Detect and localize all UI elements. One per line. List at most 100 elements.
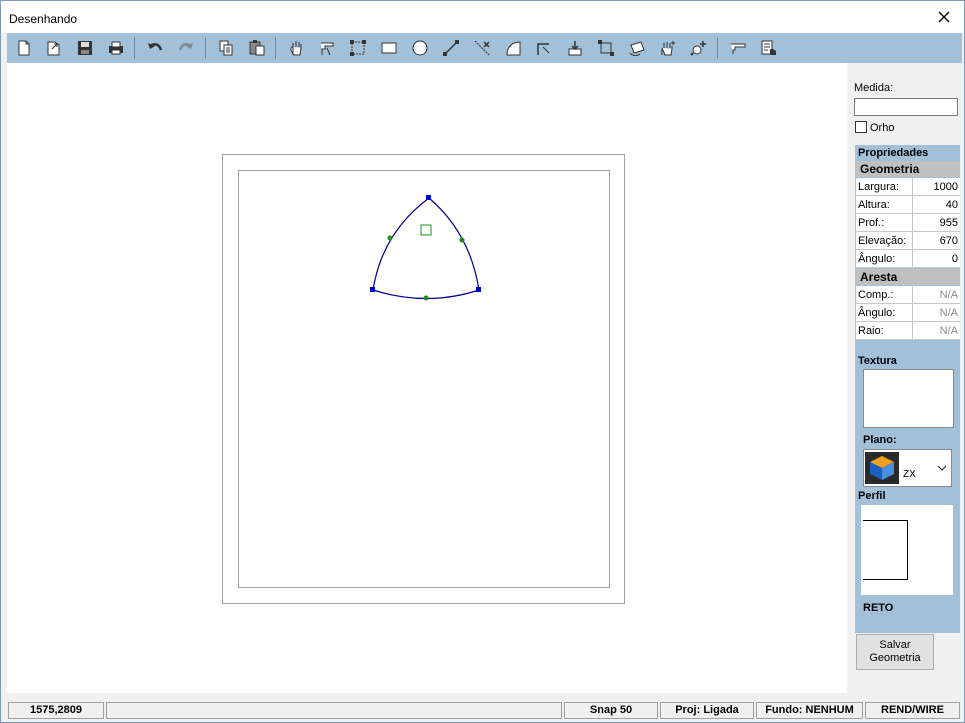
shape-tool-button[interactable]: [315, 36, 339, 60]
save-file-button[interactable]: [73, 36, 97, 60]
orho-checkbox[interactable]: [855, 121, 867, 133]
undo-button[interactable]: [143, 36, 167, 60]
close-button[interactable]: [924, 1, 964, 33]
scale-button[interactable]: [594, 36, 618, 60]
rotate-button[interactable]: [625, 36, 649, 60]
line-button[interactable]: [439, 36, 463, 60]
geometria-row-elevacao[interactable]: Elevação: 670: [856, 232, 960, 250]
vertex-handle-right[interactable]: [476, 287, 481, 292]
perfil-preview[interactable]: [861, 505, 953, 595]
prop-value[interactable]: 0: [952, 253, 958, 265]
open-file-button[interactable]: [42, 36, 66, 60]
redo-button[interactable]: [174, 36, 198, 60]
layers-button[interactable]: [726, 36, 750, 60]
properties-group: Propriedades Geometria Largura: 1000 Alt…: [855, 145, 960, 633]
properties-icon: [761, 40, 776, 55]
line-icon: [443, 40, 459, 56]
undo-icon: [148, 43, 163, 51]
window-title: Desenhando: [9, 12, 78, 26]
move-icon: [661, 41, 675, 56]
prop-label: Ângulo:: [858, 307, 896, 319]
orho-label: Orho: [870, 122, 895, 134]
status-background[interactable]: Fundo: NENHUM: [756, 702, 863, 719]
status-snap[interactable]: Snap 50: [564, 702, 658, 719]
midpoint-handle-left[interactable]: [387, 235, 393, 241]
status-projection[interactable]: Proj: Ligada: [660, 702, 754, 719]
rectangle-button[interactable]: [377, 36, 401, 60]
toolbar-separator: [205, 37, 206, 59]
textura-label: Textura: [858, 355, 897, 367]
aresta-row-raio[interactable]: Raio: N/A: [856, 322, 960, 340]
propriedades-title: Propriedades: [858, 147, 929, 159]
prop-label: Ângulo:: [858, 253, 896, 265]
rounded-triangle-shape[interactable]: [372, 197, 480, 300]
scale-icon: [598, 40, 614, 56]
corner-icon: [537, 43, 550, 55]
shape-center-marker[interactable]: [420, 224, 432, 236]
corner-button[interactable]: [532, 36, 556, 60]
zoom-icon: [690, 41, 706, 56]
properties-button[interactable]: [757, 36, 781, 60]
new-file-icon: [18, 40, 30, 56]
cell-divider: [912, 196, 913, 214]
prop-value[interactable]: N/A: [940, 307, 958, 319]
pan-button[interactable]: [284, 36, 308, 60]
drawing-canvas[interactable]: [7, 63, 847, 693]
status-message: [106, 702, 562, 719]
circle-button[interactable]: [408, 36, 432, 60]
prop-value[interactable]: 955: [940, 217, 958, 229]
pan-hand-icon: [290, 41, 302, 56]
dimension-icon: [350, 40, 366, 56]
geometria-row-prof[interactable]: Prof.: 955: [856, 214, 960, 232]
aresta-row-angulo[interactable]: Ângulo: N/A: [856, 304, 960, 322]
prop-value[interactable]: 40: [946, 199, 958, 211]
geometria-header: Geometria: [856, 161, 960, 177]
toolbar-separator: [134, 37, 135, 59]
prop-value[interactable]: 1000: [934, 181, 958, 193]
insert-button[interactable]: [563, 36, 587, 60]
midpoint-handle-right[interactable]: [459, 237, 465, 243]
perfil-value: RETO: [863, 602, 894, 614]
paste-button[interactable]: [245, 36, 269, 60]
layers-icon: [731, 43, 746, 54]
print-button[interactable]: [104, 36, 128, 60]
move-button[interactable]: [656, 36, 680, 60]
zoom-button[interactable]: [687, 36, 711, 60]
paste-icon: [249, 40, 265, 56]
vertex-handle-top[interactable]: [426, 195, 431, 200]
prop-value[interactable]: N/A: [940, 325, 958, 337]
rotate-icon: [629, 41, 645, 56]
open-file-icon: [47, 41, 60, 56]
prop-value[interactable]: N/A: [940, 289, 958, 301]
geometria-row-altura[interactable]: Altura: 40: [856, 196, 960, 214]
app-window: Desenhando Medida: Orho Propriedades Geo…: [0, 0, 965, 723]
dimension-button[interactable]: [346, 36, 370, 60]
geometria-row-angulo[interactable]: Ângulo: 0: [856, 250, 960, 268]
trim-button[interactable]: [470, 36, 494, 60]
copy-button[interactable]: [214, 36, 238, 60]
prop-label: Elevação:: [858, 235, 907, 247]
circle-icon: [412, 40, 428, 56]
save-icon: [78, 41, 92, 55]
save-geometry-button[interactable]: Salvar Geometria: [856, 634, 934, 670]
midpoint-handle-bottom[interactable]: [423, 295, 429, 301]
new-file-button[interactable]: [12, 36, 36, 60]
medida-input[interactable]: [854, 98, 958, 116]
insert-icon: [568, 41, 582, 56]
cell-divider: [912, 232, 913, 250]
arc-button[interactable]: [501, 36, 525, 60]
arc-icon: [506, 41, 521, 56]
status-bar: 1575,2809 Snap 50 Proj: Ligada Fundo: NE…: [7, 701, 962, 720]
status-render-mode[interactable]: REND/WIRE: [865, 702, 960, 719]
rectangle-icon: [381, 42, 397, 54]
prop-value[interactable]: 670: [940, 235, 958, 247]
save-label-line2: Geometria: [869, 652, 921, 664]
textura-preview[interactable]: [863, 369, 954, 428]
aresta-row-comp[interactable]: Comp.: N/A: [856, 286, 960, 304]
drawing-area[interactable]: [7, 63, 847, 693]
geometria-row-largura[interactable]: Largura: 1000: [856, 178, 960, 196]
trim-icon: [474, 40, 490, 56]
vertex-handle-left[interactable]: [370, 287, 375, 292]
perfil-label: Perfil: [858, 490, 886, 502]
plano-select[interactable]: ZX: [863, 449, 952, 487]
